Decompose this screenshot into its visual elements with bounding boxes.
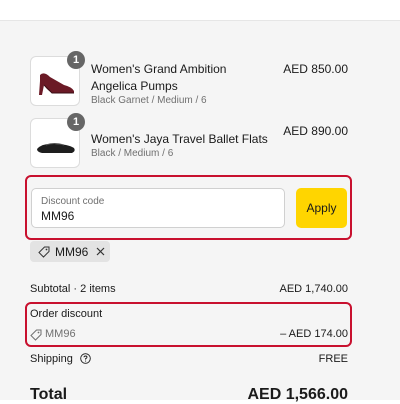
shipping-row: Shipping FREE xyxy=(30,353,348,365)
product-variant: Black / Medium / 6 xyxy=(91,148,174,159)
ballet-flat-image xyxy=(37,143,75,153)
cart-item: 1 Women's Jaya Travel Ballet Flats Black… xyxy=(30,113,360,168)
applied-discount-chip: MM96 xyxy=(30,241,110,262)
subtotal-value: AED 1,740.00 xyxy=(279,283,349,295)
help-icon[interactable] xyxy=(80,353,91,364)
cart-item: 1 Women's Grand Ambition Angelica Pumps … xyxy=(30,51,360,106)
product-variant: Black Garnet / Medium / 6 xyxy=(91,95,207,106)
top-bar xyxy=(0,0,400,21)
discount-code-field[interactable]: Discount code MM96 xyxy=(31,188,285,228)
tag-icon xyxy=(30,329,42,344)
pump-shoe-image xyxy=(39,73,74,95)
total-label: Total xyxy=(30,386,68,403)
product-thumbnail: 1 xyxy=(30,51,85,106)
tag-icon xyxy=(38,246,50,258)
subtotal-label: Subtotal · 2 items xyxy=(30,283,116,295)
close-icon[interactable] xyxy=(96,247,105,256)
product-price: AED 850.00 xyxy=(283,62,348,76)
order-discount-code: MM96 xyxy=(45,328,76,340)
total-value: AED 1,566.00 xyxy=(247,386,348,403)
order-discount-value: – AED 174.00 xyxy=(280,328,348,340)
product-name: Women's Jaya Travel Ballet Flats xyxy=(91,132,268,146)
shipping-value: FREE xyxy=(318,353,348,365)
order-discount-label: Order discount xyxy=(30,308,103,320)
product-price: AED 890.00 xyxy=(283,124,348,138)
applied-discount-code: MM96 xyxy=(55,244,89,259)
total-row: Total AED 1,566.00 xyxy=(30,386,348,404)
product-thumbnail: 1 xyxy=(30,113,85,168)
discount-code-label: Discount code xyxy=(41,196,105,207)
subtotal-row: Subtotal · 2 items AED 1,740.00 xyxy=(30,283,348,295)
apply-button[interactable]: Apply xyxy=(296,188,347,228)
product-name: Women's Grand Ambition Angelica Pumps xyxy=(91,62,227,93)
quantity-badge: 1 xyxy=(67,113,85,131)
shipping-label: Shipping xyxy=(30,353,73,365)
discount-code-input[interactable]: MM96 xyxy=(41,209,74,223)
quantity-badge: 1 xyxy=(67,51,85,69)
